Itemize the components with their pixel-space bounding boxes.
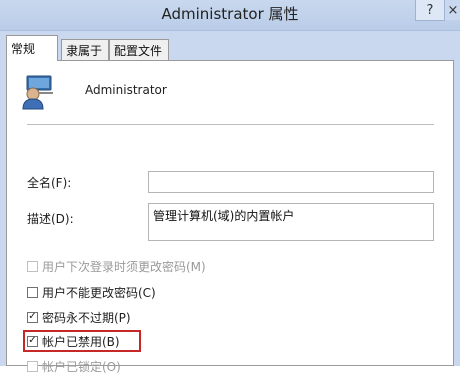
general-panel: Administrator 全名(F): 描述(D): 管理计算机(域)的内置帐… — [6, 60, 454, 374]
user-name: Administrator — [85, 83, 167, 97]
full-name-label: 全名(F): — [27, 176, 72, 190]
checkbox-label: 用户下次登录时须更改密码(M) — [42, 259, 206, 274]
password-never-expires-checkbox[interactable]: ✓ 密码永不过期(P) — [27, 309, 131, 325]
tab-member-of[interactable]: 隶属于 — [61, 39, 109, 60]
description-field[interactable]: 管理计算机(域)的内置帐户 — [148, 203, 434, 241]
checkbox-label: 用户不能更改密码(C) — [42, 285, 156, 300]
help-button[interactable]: ? — [415, 0, 445, 21]
full-name-field[interactable] — [148, 171, 434, 193]
tab-general[interactable]: 常规 — [6, 35, 58, 61]
checkbox-label: 帐户已禁用(B) — [42, 334, 120, 349]
checkbox-box[interactable]: ✓ — [27, 311, 38, 323]
title-bar: Administrator 属性 ? × — [0, 0, 460, 31]
must-change-password-checkbox[interactable]: 用户下次登录时须更改密码(M) — [27, 258, 206, 274]
checkbox-box[interactable] — [27, 360, 38, 372]
description-label: 描述(D): — [27, 212, 74, 226]
account-disabled-checkbox[interactable]: ✓ 帐户已禁用(B) — [27, 333, 120, 349]
checkbox-label: 帐户已锁定(O) — [42, 359, 121, 374]
tab-profile[interactable]: 配置文件 — [109, 39, 169, 60]
separator — [27, 124, 434, 125]
checkbox-box[interactable] — [27, 286, 38, 298]
checkbox-box[interactable]: ✓ — [27, 335, 38, 347]
account-locked-checkbox[interactable]: 帐户已锁定(O) — [27, 358, 121, 374]
close-button[interactable]: × — [444, 0, 460, 20]
cannot-change-password-checkbox[interactable]: 用户不能更改密码(C) — [27, 284, 156, 300]
checkbox-box[interactable] — [27, 260, 38, 272]
window-title: Administrator 属性 — [161, 5, 299, 23]
checkbox-label: 密码永不过期(P) — [42, 310, 131, 325]
user-account-icon — [22, 75, 53, 110]
dialog-frame: 常规 隶属于 配置文件 Administrator 全名(F): 描述(D): … — [0, 31, 460, 374]
